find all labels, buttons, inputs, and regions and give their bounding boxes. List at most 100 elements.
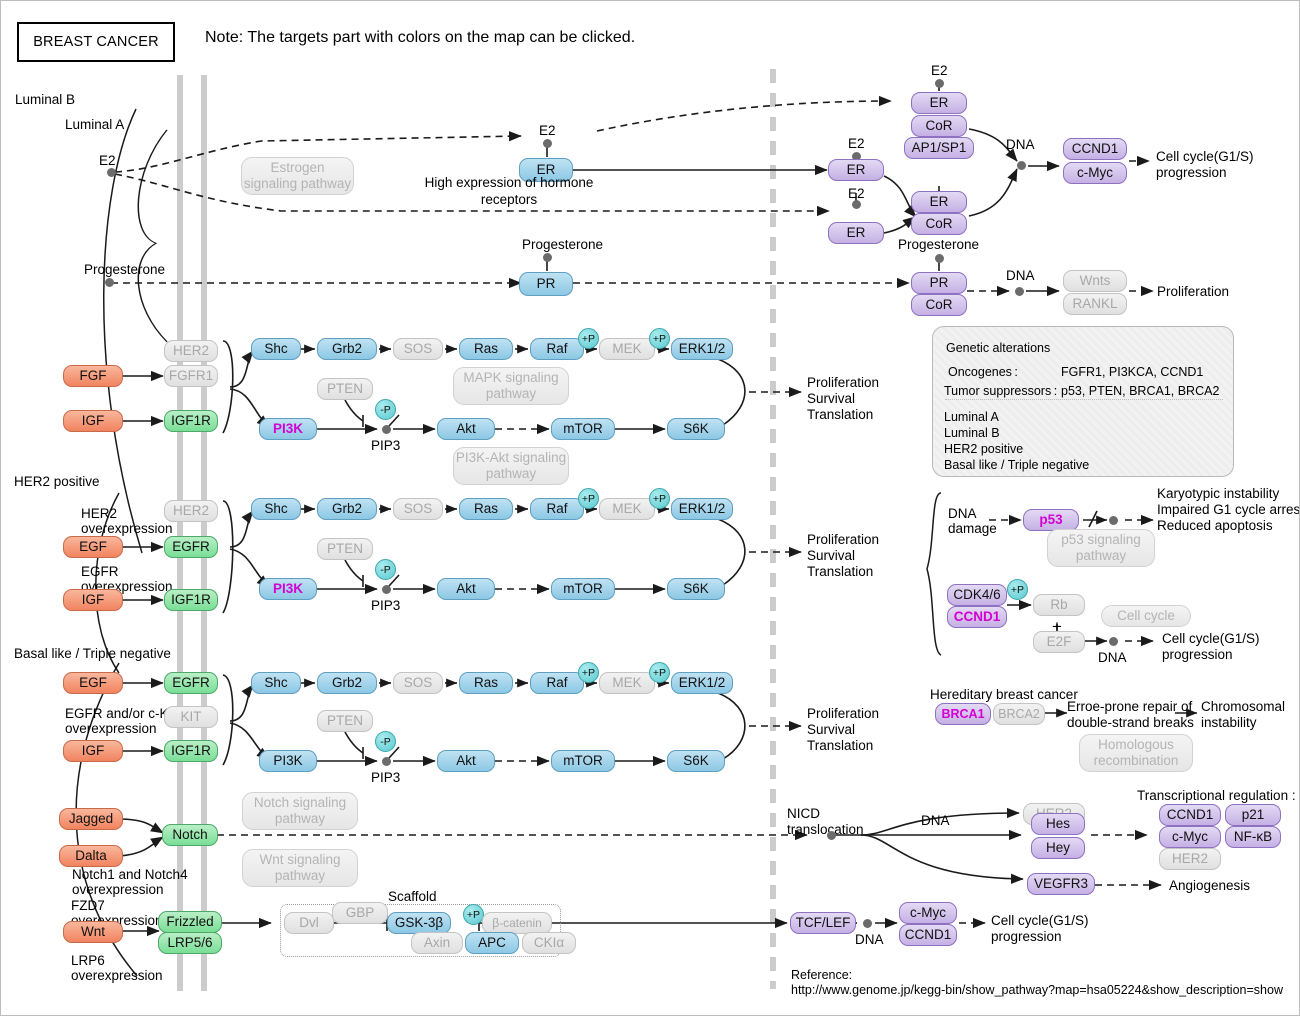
node-ap1-sp1-label: AP1/SP1	[911, 140, 967, 156]
node-pr-nuc[interactable]: PR	[911, 272, 967, 294]
node-igf1r-luminal[interactable]: IGF1R	[164, 410, 218, 432]
node-grb2-1[interactable]: Grb2	[317, 338, 377, 360]
node-erk12-2[interactable]: ERK1/2	[671, 498, 733, 520]
maplink-estrogen-signaling[interactable]: Estrogen signaling pathway	[241, 157, 354, 195]
node-hes[interactable]: Hes	[1031, 813, 1085, 835]
node-mtor-1[interactable]: mTOR	[551, 418, 615, 440]
node-wnt-label: Wnt	[80, 924, 105, 940]
node-tr-cmyc[interactable]: c-Myc	[1159, 826, 1221, 848]
maplink-mapk-signaling[interactable]: MAPK signaling pathway	[453, 367, 569, 405]
node-raf-1[interactable]: Raf	[530, 338, 584, 360]
node-ccnd1-cellcycle[interactable]: CCND1	[947, 606, 1007, 628]
node-ap1-sp1[interactable]: AP1/SP1	[904, 137, 974, 159]
node-cor-complex-label: CoR	[925, 216, 953, 232]
node-lrp56[interactable]: LRP5/6	[158, 932, 222, 954]
maplink-pi3k-akt-signaling[interactable]: PI3K-Akt signaling pathway	[453, 447, 569, 485]
node-cor-complex[interactable]: CoR	[911, 213, 967, 235]
node-egf-her2[interactable]: EGF	[63, 536, 123, 558]
node-tr-ccnd1[interactable]: CCND1	[1159, 804, 1221, 826]
node-erk12-1[interactable]: ERK1/2	[671, 338, 733, 360]
node-dalta[interactable]: Dalta	[59, 845, 123, 867]
node-s6k-2-label: S6K	[683, 581, 709, 597]
node-ras-1[interactable]: Ras	[459, 338, 513, 360]
node-jagged[interactable]: Jagged	[59, 808, 123, 830]
node-grb2-1-label: Grb2	[331, 341, 362, 357]
node-wnt[interactable]: Wnt	[63, 921, 123, 943]
node-ccnd1-hormone[interactable]: CCND1	[1063, 138, 1127, 160]
node-cor-nuc[interactable]: CoR	[911, 294, 967, 316]
node-er-lower[interactable]: ER	[828, 222, 884, 244]
node-shc-2[interactable]: Shc	[251, 498, 301, 520]
pathway-canvas: BREAST CANCER Note: The targets part wit…	[0, 0, 1300, 1016]
node-pr-mid[interactable]: PR	[519, 272, 573, 296]
node-her2-receptor: HER2	[164, 500, 218, 522]
node-ras-3[interactable]: Ras	[459, 672, 513, 694]
node-er-top[interactable]: ER	[911, 92, 967, 114]
maplink-estrogen-signaling-label: Estrogen signaling pathway	[243, 160, 352, 191]
node-shc-3[interactable]: Shc	[251, 672, 301, 694]
node-egf-basal[interactable]: EGF	[63, 672, 123, 694]
node-pi3k-3[interactable]: PI3K	[259, 750, 317, 772]
node-notch[interactable]: Notch	[162, 824, 218, 846]
maplink-cell-cycle[interactable]: Cell cycle	[1101, 605, 1191, 627]
node-egfr-basal-label: EGFR	[172, 675, 210, 691]
maplink-wnt-signaling[interactable]: Wnt signaling pathway	[242, 849, 358, 887]
node-raf-3[interactable]: Raf	[530, 672, 584, 694]
reference-url[interactable]: http://www.genome.jp/kegg-bin/show_pathw…	[791, 983, 1283, 998]
node-egfr-basal[interactable]: EGFR	[164, 672, 218, 694]
node-cor-top[interactable]: CoR	[911, 115, 967, 137]
maplink-homologous-recombination[interactable]: Homologous recombination	[1079, 734, 1193, 772]
maplink-p53-signaling[interactable]: p53 signaling pathway	[1047, 529, 1155, 567]
node-mtor-3-label: mTOR	[563, 753, 603, 769]
node-igf1r-basal[interactable]: IGF1R	[164, 740, 218, 762]
progesterone-nuc-dot	[935, 254, 944, 263]
node-fgf[interactable]: FGF	[63, 365, 123, 387]
dna-dot-p53	[1109, 516, 1118, 525]
node-igf-luminal[interactable]: IGF	[63, 410, 123, 432]
node-pi3k-1[interactable]: PI3K	[259, 418, 317, 440]
node-p53[interactable]: p53	[1023, 509, 1079, 531]
node-mtor-3[interactable]: mTOR	[551, 750, 615, 772]
node-igf1r-her2[interactable]: IGF1R	[164, 589, 218, 611]
maplink-notch-signaling[interactable]: Notch signaling pathway	[242, 792, 358, 830]
node-egfr-her2[interactable]: EGFR	[164, 536, 218, 558]
node-s6k-1[interactable]: S6K	[667, 418, 725, 440]
node-ccnd1-wnt[interactable]: CCND1	[899, 924, 957, 946]
node-tr-p21[interactable]: p21	[1225, 804, 1281, 826]
node-igf-basal[interactable]: IGF	[63, 740, 123, 762]
node-pi3k-2[interactable]: PI3K	[259, 578, 317, 600]
node-frizzled[interactable]: Frizzled	[158, 911, 222, 933]
node-erk12-1-label: ERK1/2	[678, 341, 726, 357]
node-apc-label: APC	[478, 935, 506, 951]
node-erk12-3[interactable]: ERK1/2	[671, 672, 733, 694]
node-grb2-3[interactable]: Grb2	[317, 672, 377, 694]
node-cdk46[interactable]: CDK4/6	[947, 584, 1007, 606]
node-tr-nfkb[interactable]: NF-κB	[1225, 826, 1281, 848]
node-beta-catenin-label: β-catenin	[492, 916, 542, 930]
node-akt-3[interactable]: Akt	[437, 750, 495, 772]
maplink-p53-signaling-label: p53 signaling pathway	[1061, 532, 1141, 563]
legend-divider	[945, 399, 1223, 400]
node-er-complex[interactable]: ER	[911, 191, 967, 213]
node-hey[interactable]: Hey	[1031, 837, 1085, 859]
node-ras-2[interactable]: Ras	[459, 498, 513, 520]
node-cmyc-wnt[interactable]: c-Myc	[899, 902, 957, 924]
node-raf-2[interactable]: Raf	[530, 498, 584, 520]
node-s6k-3[interactable]: S6K	[667, 750, 725, 772]
node-gsk3b-label: GSK-3β	[394, 915, 444, 931]
node-gsk3b[interactable]: GSK-3β	[387, 912, 451, 934]
node-tcf-lef-label: TCF/LEF	[795, 915, 851, 931]
node-er-upper[interactable]: ER	[828, 159, 884, 181]
node-mtor-2[interactable]: mTOR	[551, 578, 615, 600]
node-tcf-lef[interactable]: TCF/LEF	[790, 912, 856, 934]
node-brca1[interactable]: BRCA1	[935, 703, 991, 725]
node-cmyc-hormone[interactable]: c-Myc	[1063, 162, 1127, 184]
node-vegfr3[interactable]: VEGFR3	[1027, 873, 1095, 895]
node-apc[interactable]: APC	[465, 932, 519, 954]
node-akt-1[interactable]: Akt	[437, 418, 495, 440]
node-igf-her2[interactable]: IGF	[63, 589, 123, 611]
node-grb2-2[interactable]: Grb2	[317, 498, 377, 520]
node-s6k-2[interactable]: S6K	[667, 578, 725, 600]
node-shc-1[interactable]: Shc	[251, 338, 301, 360]
node-akt-2[interactable]: Akt	[437, 578, 495, 600]
